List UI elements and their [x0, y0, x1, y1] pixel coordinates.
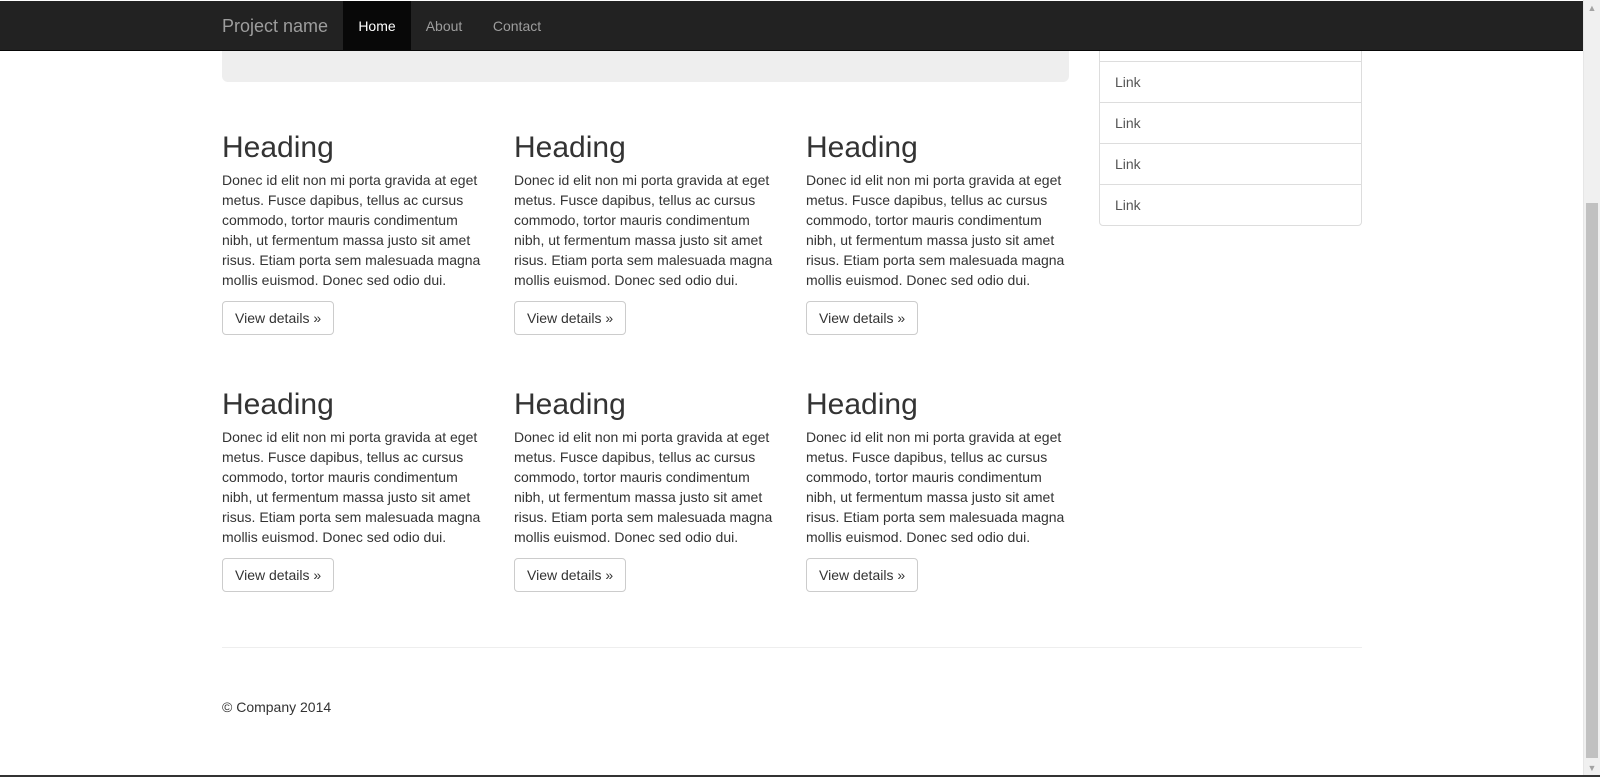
column-text: Donec id elit non mi porta gravida at eg… [806, 172, 1065, 288]
view-details-button[interactable]: View details » [514, 558, 627, 592]
column-text: Donec id elit non mi porta gravida at eg… [514, 172, 773, 288]
column-heading: Heading [222, 131, 334, 164]
view-details-button[interactable]: View details » [806, 558, 919, 592]
view-details-button[interactable]: View details » [222, 301, 335, 335]
vertical-scrollbar[interactable]: ▲ ▼ [1583, 0, 1600, 777]
column-text: Donec id elit non mi porta gravida at eg… [806, 429, 1065, 545]
column-text: Donec id elit non mi porta gravida at eg… [514, 429, 773, 545]
content-column: Heading Donec id elit non mi porta gravi… [806, 389, 1071, 592]
sidebar-link[interactable]: Link [1100, 184, 1361, 225]
scrollbar-thumb[interactable] [1586, 203, 1598, 758]
navbar-brand[interactable]: Project name [222, 1, 328, 51]
column-text: Donec id elit non mi porta gravida at eg… [222, 429, 481, 545]
nav-item-home[interactable]: Home [343, 1, 411, 51]
browser-viewport: Project name Home About Contact Heading … [0, 0, 1583, 777]
top-navbar: Project name Home About Contact [0, 1, 1583, 51]
content-column: Heading Donec id elit non mi porta gravi… [222, 132, 487, 335]
column-heading: Heading [806, 388, 918, 421]
view-details-button[interactable]: View details » [222, 558, 335, 592]
sidebar-link[interactable]: Link [1100, 143, 1361, 184]
footer-copyright: © Company 2014 [222, 699, 332, 715]
content-column: Heading Donec id elit non mi porta gravi… [222, 389, 487, 592]
scroll-up-arrow-icon[interactable]: ▲ [1584, 0, 1600, 16]
view-details-button[interactable]: View details » [806, 301, 919, 335]
content-column: Heading Donec id elit non mi porta gravi… [806, 132, 1071, 335]
content-column: Heading Donec id elit non mi porta gravi… [514, 132, 779, 335]
column-heading: Heading [514, 131, 626, 164]
column-text: Donec id elit non mi porta gravida at eg… [222, 172, 481, 288]
sidebar-link[interactable]: Link [1100, 102, 1361, 143]
column-heading: Heading [514, 388, 626, 421]
column-heading: Heading [806, 131, 918, 164]
nav-item-contact[interactable]: Contact [477, 1, 557, 51]
view-details-button[interactable]: View details » [514, 301, 627, 335]
sidebar-link[interactable]: Link [1100, 61, 1361, 102]
footer-divider [222, 647, 1362, 648]
content-column: Heading Donec id elit non mi porta gravi… [514, 389, 779, 592]
column-heading: Heading [222, 388, 334, 421]
scroll-down-arrow-icon[interactable]: ▼ [1584, 760, 1600, 776]
nav-item-about[interactable]: About [411, 1, 477, 51]
